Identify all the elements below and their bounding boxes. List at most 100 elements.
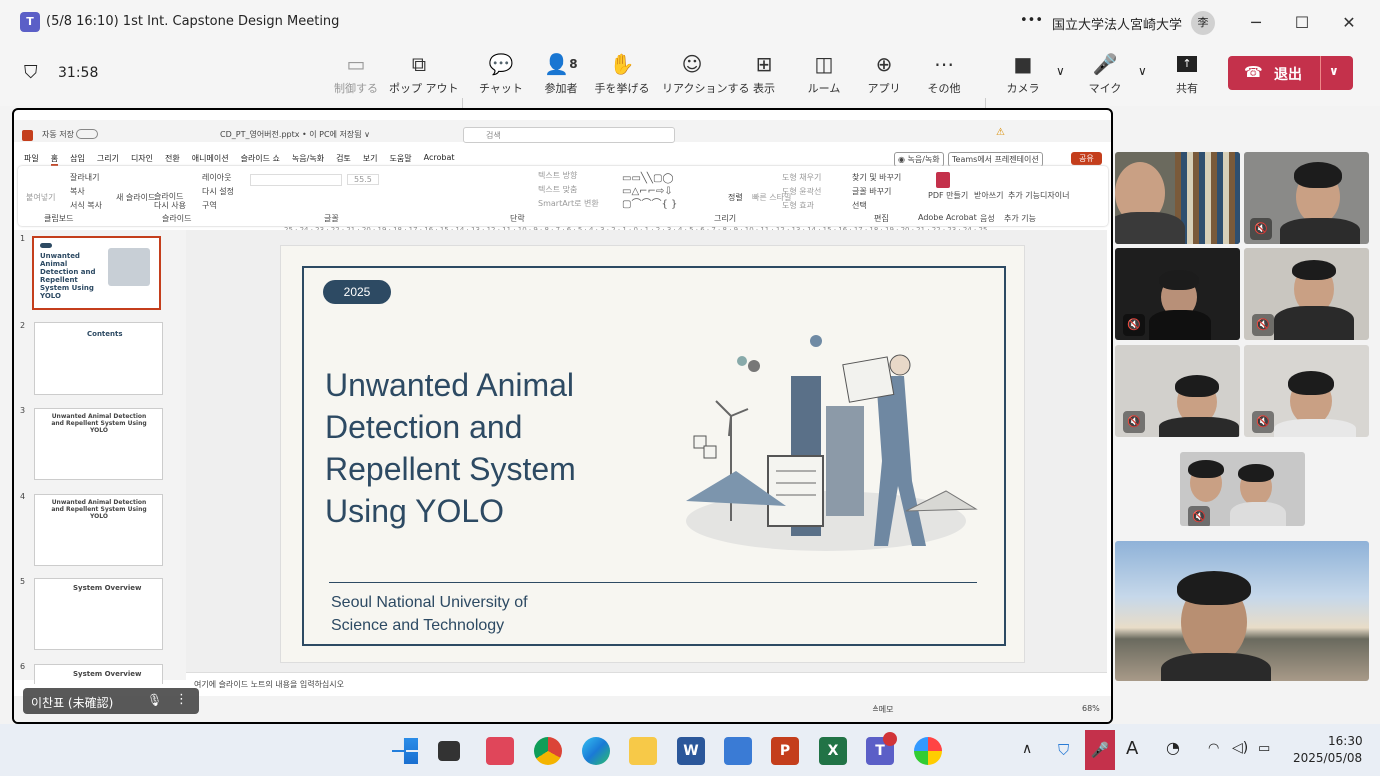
slide-thumbnail[interactable]: Unwanted Animal Detection and Repellent …	[32, 236, 161, 310]
smartart-button[interactable]: SmartArt로 변환	[538, 198, 599, 209]
volume-icon[interactable]: ◁)	[1232, 740, 1248, 756]
slide-thumbnail[interactable]: System Overview	[34, 664, 163, 684]
mic-options-chevron-icon[interactable]: ∨	[1138, 64, 1147, 78]
reset-button[interactable]: 다시 설정	[202, 186, 234, 197]
section-button[interactable]: 구역	[202, 200, 217, 211]
active-speaker-video-tile[interactable]	[1115, 541, 1369, 681]
notes-toggle[interactable]: ≜메모	[872, 704, 893, 715]
chat-button[interactable]: 💬 チャット	[471, 48, 531, 104]
shape-effect-button[interactable]: 도형 효과	[782, 200, 814, 211]
find-replace-button[interactable]: 찾기 및 바꾸기	[852, 172, 901, 183]
font-replace-button[interactable]: 글꼴 바꾸기	[852, 186, 891, 197]
present-in-teams-button[interactable]: Teams에서 프레젠테이션	[948, 152, 1043, 167]
organization-name[interactable]: 国立大学法人宮崎大学	[1052, 14, 1182, 33]
leave-button[interactable]: ☎ 退出 ∨	[1228, 56, 1353, 90]
designer-button[interactable]: 디자이너	[1040, 190, 1069, 201]
chrome-icon[interactable]	[534, 737, 562, 765]
raise-hand-button[interactable]: ✋ 手を挙げる	[592, 48, 652, 104]
security-icon[interactable]: ⛉	[1058, 741, 1069, 759]
menu-item[interactable]: 도움말	[390, 153, 412, 166]
shapes-gallery[interactable]: ▭▭╲╲▢◯ ▭△⌐⌐⇨⇩ ▢⌒⌒⌒{ }	[622, 172, 677, 211]
menu-item[interactable]: 애니메이션	[192, 153, 229, 166]
participant-video-tile[interactable]: 🔇	[1244, 248, 1369, 340]
menu-item[interactable]: 그리기	[97, 153, 119, 166]
menu-item[interactable]: 검토	[336, 153, 351, 166]
slide-thumbnail[interactable]: Unwanted Animal Detection and Repellent …	[34, 408, 163, 480]
apps-button[interactable]: ⊕ アプリ	[854, 48, 914, 104]
powerpoint-icon[interactable]: P	[771, 737, 799, 765]
control-button[interactable]: ▭ 制御する	[326, 48, 386, 104]
mic-button[interactable]: 🎤 マイク	[1075, 48, 1135, 104]
file-explorer-icon[interactable]	[629, 737, 657, 765]
notepad-icon[interactable]	[724, 737, 752, 765]
close-icon[interactable]: ✕	[1336, 10, 1362, 36]
people-button[interactable]: 👤 8 参加者	[531, 48, 591, 104]
ppt-share-button[interactable]: 공유	[1071, 152, 1102, 165]
menu-item[interactable]: 녹음/녹화	[292, 153, 324, 166]
select-button[interactable]: 선택	[852, 200, 867, 211]
camera-options-chevron-icon[interactable]: ∨	[1056, 64, 1065, 78]
notes-pane[interactable]: 여기에 슬라이드 노트의 내용을 입력하십시오	[186, 672, 1107, 694]
avatar[interactable]: 李	[1191, 11, 1215, 35]
clock-date[interactable]: 2025/05/08	[1293, 751, 1362, 765]
paste-button[interactable]: 붙여넣기	[26, 192, 55, 203]
view-button[interactable]: ⊞ 表示	[734, 48, 794, 104]
mic-in-use-icon[interactable]: 🎤	[1085, 730, 1115, 770]
participant-video-tile[interactable]	[1115, 152, 1240, 244]
word-icon[interactable]: W	[677, 737, 705, 765]
menu-item[interactable]: 슬라이드 쇼	[241, 153, 280, 166]
autosave-toggle[interactable]	[76, 129, 98, 139]
clock-time[interactable]: 16:30	[1328, 734, 1363, 748]
new-slide-button[interactable]: 새 슬라이드	[116, 192, 155, 203]
text-align-button[interactable]: 텍스트 맞춤	[538, 184, 577, 195]
slide-thumbnail[interactable]: Contents	[34, 322, 163, 395]
menu-item[interactable]: 전환	[165, 153, 180, 166]
record-button[interactable]: ◉ 녹음/녹화	[894, 152, 944, 167]
menu-item[interactable]: 디자인	[131, 153, 153, 166]
copy-button[interactable]: 복사	[70, 186, 85, 197]
menu-item[interactable]: 보기	[363, 153, 378, 166]
wifi-icon[interactable]: ◠	[1208, 741, 1219, 756]
camera-button[interactable]: ■ カメラ	[993, 48, 1053, 104]
ppt-search-box[interactable]: 검색	[463, 127, 675, 143]
minimize-icon[interactable]: ─	[1243, 10, 1269, 36]
participant-video-tile[interactable]: 🔇	[1180, 452, 1305, 526]
edge-icon[interactable]	[582, 737, 610, 765]
text-direction-button[interactable]: 텍스트 방향	[538, 170, 577, 181]
rooms-button[interactable]: ◫ ルーム	[794, 48, 854, 104]
slide-thumbnail[interactable]: System Overview	[34, 578, 163, 650]
format-painter-button[interactable]: 서식 복사	[70, 200, 102, 211]
shape-fill-button[interactable]: 도형 채우기	[782, 172, 821, 183]
menu-item[interactable]: Acrobat	[424, 153, 455, 166]
menu-item[interactable]: 홈	[50, 153, 59, 166]
excel-icon[interactable]: X	[819, 737, 847, 765]
maximize-icon[interactable]: ☐	[1289, 10, 1315, 36]
presenter-more-icon[interactable]: ⋮	[175, 692, 188, 707]
popout-button[interactable]: ⧉ ポップ アウト	[389, 48, 459, 104]
more-button[interactable]: ⋯ その他	[914, 48, 974, 104]
tray-chevron-icon[interactable]: ∧	[1022, 741, 1032, 757]
arrange-button[interactable]: 정렬	[728, 192, 743, 203]
reuse-slide-button[interactable]: 슬라이드 다시 사용	[154, 192, 188, 210]
shape-outline-button[interactable]: 도형 윤곽선	[782, 186, 821, 197]
participant-video-tile[interactable]: 🔇	[1115, 345, 1240, 437]
slide[interactable]: 2025 Unwanted Animal Detection and Repel…	[280, 245, 1025, 663]
menu-item[interactable]: 파일	[24, 153, 39, 166]
cut-button[interactable]: 잘라내기	[70, 172, 99, 183]
addins-button[interactable]: 추가 기능	[1008, 190, 1040, 201]
dictate-button[interactable]: 받아쓰기	[974, 190, 1003, 201]
zoom-level[interactable]: 68%	[1082, 704, 1100, 713]
ime-mode-icon[interactable]: ◔	[1166, 738, 1180, 757]
create-pdf-button[interactable]: PDF 만들기	[928, 190, 968, 201]
layout-button[interactable]: 레이아웃	[202, 172, 231, 183]
task-view-icon[interactable]	[438, 741, 460, 761]
slide-thumbnail[interactable]: Unwanted Animal Detection and Repellent …	[34, 494, 163, 566]
snipping-tool-icon[interactable]	[486, 737, 514, 765]
more-options-icon[interactable]: •••	[1020, 13, 1043, 28]
battery-icon[interactable]: ▭	[1258, 741, 1270, 756]
font-size-box[interactable]: 55.5	[347, 174, 379, 185]
reaction-button[interactable]: ☺ リアクションする	[662, 48, 749, 104]
participant-video-tile[interactable]: 🔇	[1244, 152, 1369, 244]
ime-icon[interactable]: A	[1126, 738, 1138, 759]
participant-video-tile[interactable]: 🔇	[1115, 248, 1240, 340]
